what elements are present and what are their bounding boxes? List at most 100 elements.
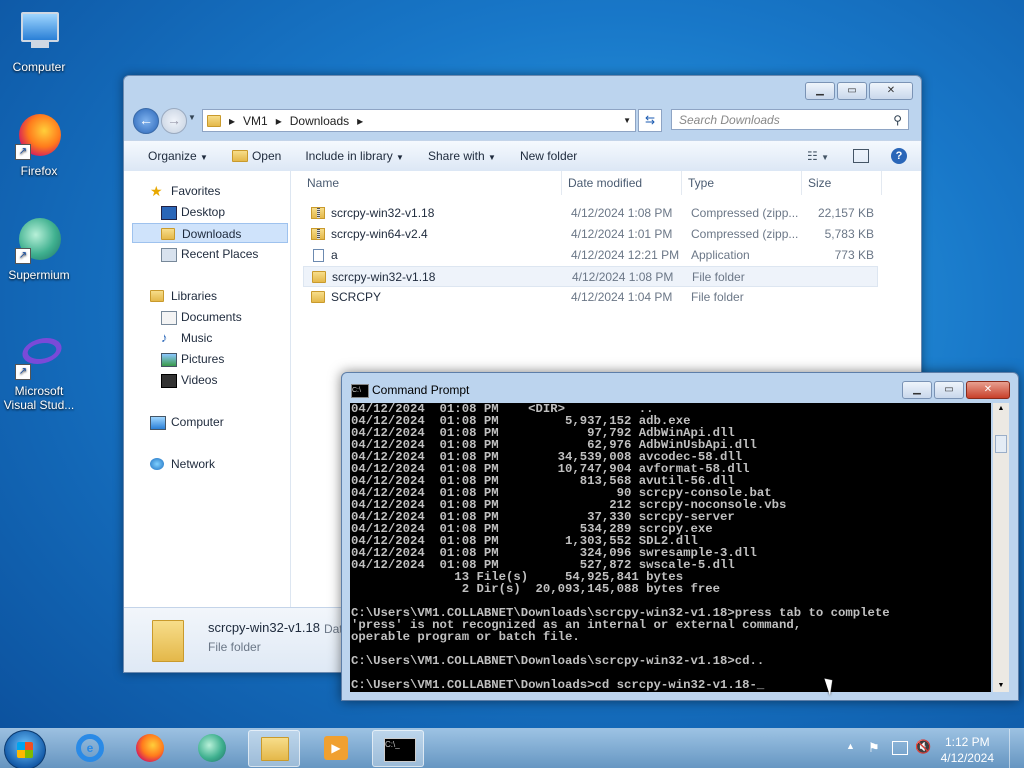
nav-libraries[interactable]: Libraries [124,286,288,306]
include-in-library-button[interactable]: Include in library ▼ [293,149,416,163]
organize-label: Organize [148,149,197,163]
column-type[interactable]: Type [682,171,802,195]
file-row[interactable]: a 4/12/2024 12:21 PM Application 773 KB [303,245,878,266]
address-dropdown-icon[interactable]: ▼ [623,116,631,125]
chevron-down-icon: ▼ [396,153,404,162]
file-row-selected[interactable]: scrcpy-win32-v1.18 4/12/2024 1:08 PM Fil… [303,266,878,287]
folder-icon [311,291,325,303]
scrollbar-thumb[interactable] [995,435,1007,453]
nav-music[interactable]: ♪ Music [124,328,288,348]
minimize-button[interactable]: ▁ [902,381,932,399]
media-player-icon: ▶ [324,736,348,760]
scroll-up-icon[interactable]: ▲ [993,403,1009,415]
show-hidden-icons-button[interactable]: ▲ [846,741,855,751]
show-desktop-button[interactable] [1009,729,1024,768]
window-controls: ▁ ▭ ✕ [902,381,1010,399]
file-row[interactable]: SCRCPY 4/12/2024 1:04 PM File folder [303,287,878,308]
start-button[interactable] [4,730,46,768]
column-size[interactable]: Size [802,171,882,195]
back-button[interactable]: ← [133,108,159,134]
new-folder-button[interactable]: New folder [508,149,589,163]
forward-button[interactable]: → [161,108,187,134]
open-button[interactable]: Open [220,149,293,163]
nav-downloads[interactable]: Downloads [132,223,288,243]
supermium-icon: ↗ [15,216,63,264]
file-date: 4/12/2024 1:08 PM [572,270,674,284]
shortcut-arrow-icon: ↗ [15,144,31,160]
taskbar-firefox[interactable] [124,730,176,767]
taskbar-media-player[interactable]: ▶ [310,730,362,767]
network-icon [150,458,164,470]
file-row[interactable]: scrcpy-win32-v1.18 4/12/2024 1:08 PM Com… [303,203,878,224]
search-placeholder: Search Downloads [679,113,780,127]
share-with-button[interactable]: Share with ▼ [416,149,508,163]
address-bar[interactable]: ▸ VM1 ▸ Downloads ▸ ▼ [202,109,636,132]
file-name: scrcpy-win64-v2.4 [331,227,428,241]
nav-computer[interactable]: Computer [124,412,288,432]
nav-favorites[interactable]: ★ Favorites [124,181,288,201]
volume-muted-icon[interactable]: 🔇 [915,739,931,755]
search-input[interactable]: Search Downloads ⚲ [671,109,909,130]
taskbar-command-prompt[interactable]: C:\_ [372,730,424,767]
column-label: Date modified [568,176,643,190]
help-button[interactable]: ? [891,148,907,164]
column-name[interactable]: Name [291,171,562,195]
computer-icon [15,8,63,56]
preview-pane-button[interactable] [853,149,869,163]
nav-documents[interactable]: Documents [124,307,288,327]
videos-icon [161,374,177,388]
command-bar: Organize ▼ Open Include in library ▼ Sha… [124,140,921,172]
file-row[interactable]: scrcpy-win64-v2.4 4/12/2024 1:01 PM Comp… [303,224,878,245]
breadcrumb-sep-icon: ▸ [357,113,364,128]
close-button[interactable]: ✕ [869,82,913,100]
desktop-icon-computer[interactable]: Computer [0,8,78,74]
cmd-icon: C:\ [351,384,369,398]
nav-pictures[interactable]: Pictures [124,349,288,369]
breadcrumb-vm1[interactable]: VM1 [243,114,268,128]
nav-label: Pictures [181,352,225,366]
desktop-icon-firefox[interactable]: ↗ Firefox [0,112,78,178]
maximize-button[interactable]: ▭ [934,381,964,399]
pictures-icon [161,353,177,367]
minimize-button[interactable]: ▁ [805,82,835,100]
file-type: Compressed (zipp... [691,227,799,241]
nav-label: Documents [181,310,242,324]
details-name: scrcpy-win32-v1.18 [208,620,320,635]
nav-desktop[interactable]: Desktop [124,202,288,222]
organize-button[interactable]: Organize ▼ [124,149,220,163]
console-output[interactable]: 04/12/2024 01:08 PM <DIR> .. 04/12/2024 … [350,403,991,692]
maximize-button[interactable]: ▭ [837,82,867,100]
column-date-modified[interactable]: Date modified [562,171,682,195]
breadcrumb-downloads[interactable]: Downloads [290,114,349,128]
nav-label: Desktop [181,205,226,219]
network-tray-icon[interactable] [892,741,908,755]
vertical-scrollbar[interactable]: ▲ ▼ [993,403,1009,692]
scroll-down-icon[interactable]: ▼ [993,680,1009,692]
taskbar-windows-explorer[interactable] [248,730,300,767]
nav-recent-places[interactable]: Recent Places [124,244,288,264]
console-text: 04/12/2024 01:08 PM <DIR> .. 04/12/2024 … [351,403,890,692]
include-label: Include in library [305,149,393,163]
desktop-icon [161,206,177,220]
nav-videos[interactable]: Videos [124,370,288,390]
clock-date: 4/12/2024 [940,751,994,765]
refresh-button[interactable]: ⇆ [638,109,662,132]
close-button[interactable]: ✕ [966,381,1010,399]
action-center-flag-icon[interactable]: ⚑ [868,740,880,756]
desktop-icon-supermium[interactable]: ↗ Supermium [0,216,78,282]
taskbar-supermium[interactable] [186,730,238,767]
search-icon: ⚲ [893,113,902,127]
nav-network[interactable]: Network [124,454,288,474]
desktop-icon-visual-studio[interactable]: ↗ Microsoft Visual Stud... [0,332,78,412]
large-folder-icon [152,620,184,662]
taskbar-internet-explorer[interactable]: e [64,730,116,767]
address-row: ← → ▼ ▸ VM1 ▸ Downloads ▸ ▼ ⇆ Search Dow… [130,106,913,134]
firefox-icon: ↗ [15,112,63,160]
recent-pages-dropdown[interactable]: ▼ [188,113,196,122]
file-name: scrcpy-win32-v1.18 [331,206,435,220]
details-type: File folder [208,640,261,654]
view-options-button[interactable]: ☷ ▼ [807,149,829,163]
system-clock[interactable]: 1:12 PM 4/12/2024 [941,734,994,766]
desktop-icon-label: Firefox [20,164,58,178]
breadcrumb-sep-icon: ▸ [275,113,282,128]
